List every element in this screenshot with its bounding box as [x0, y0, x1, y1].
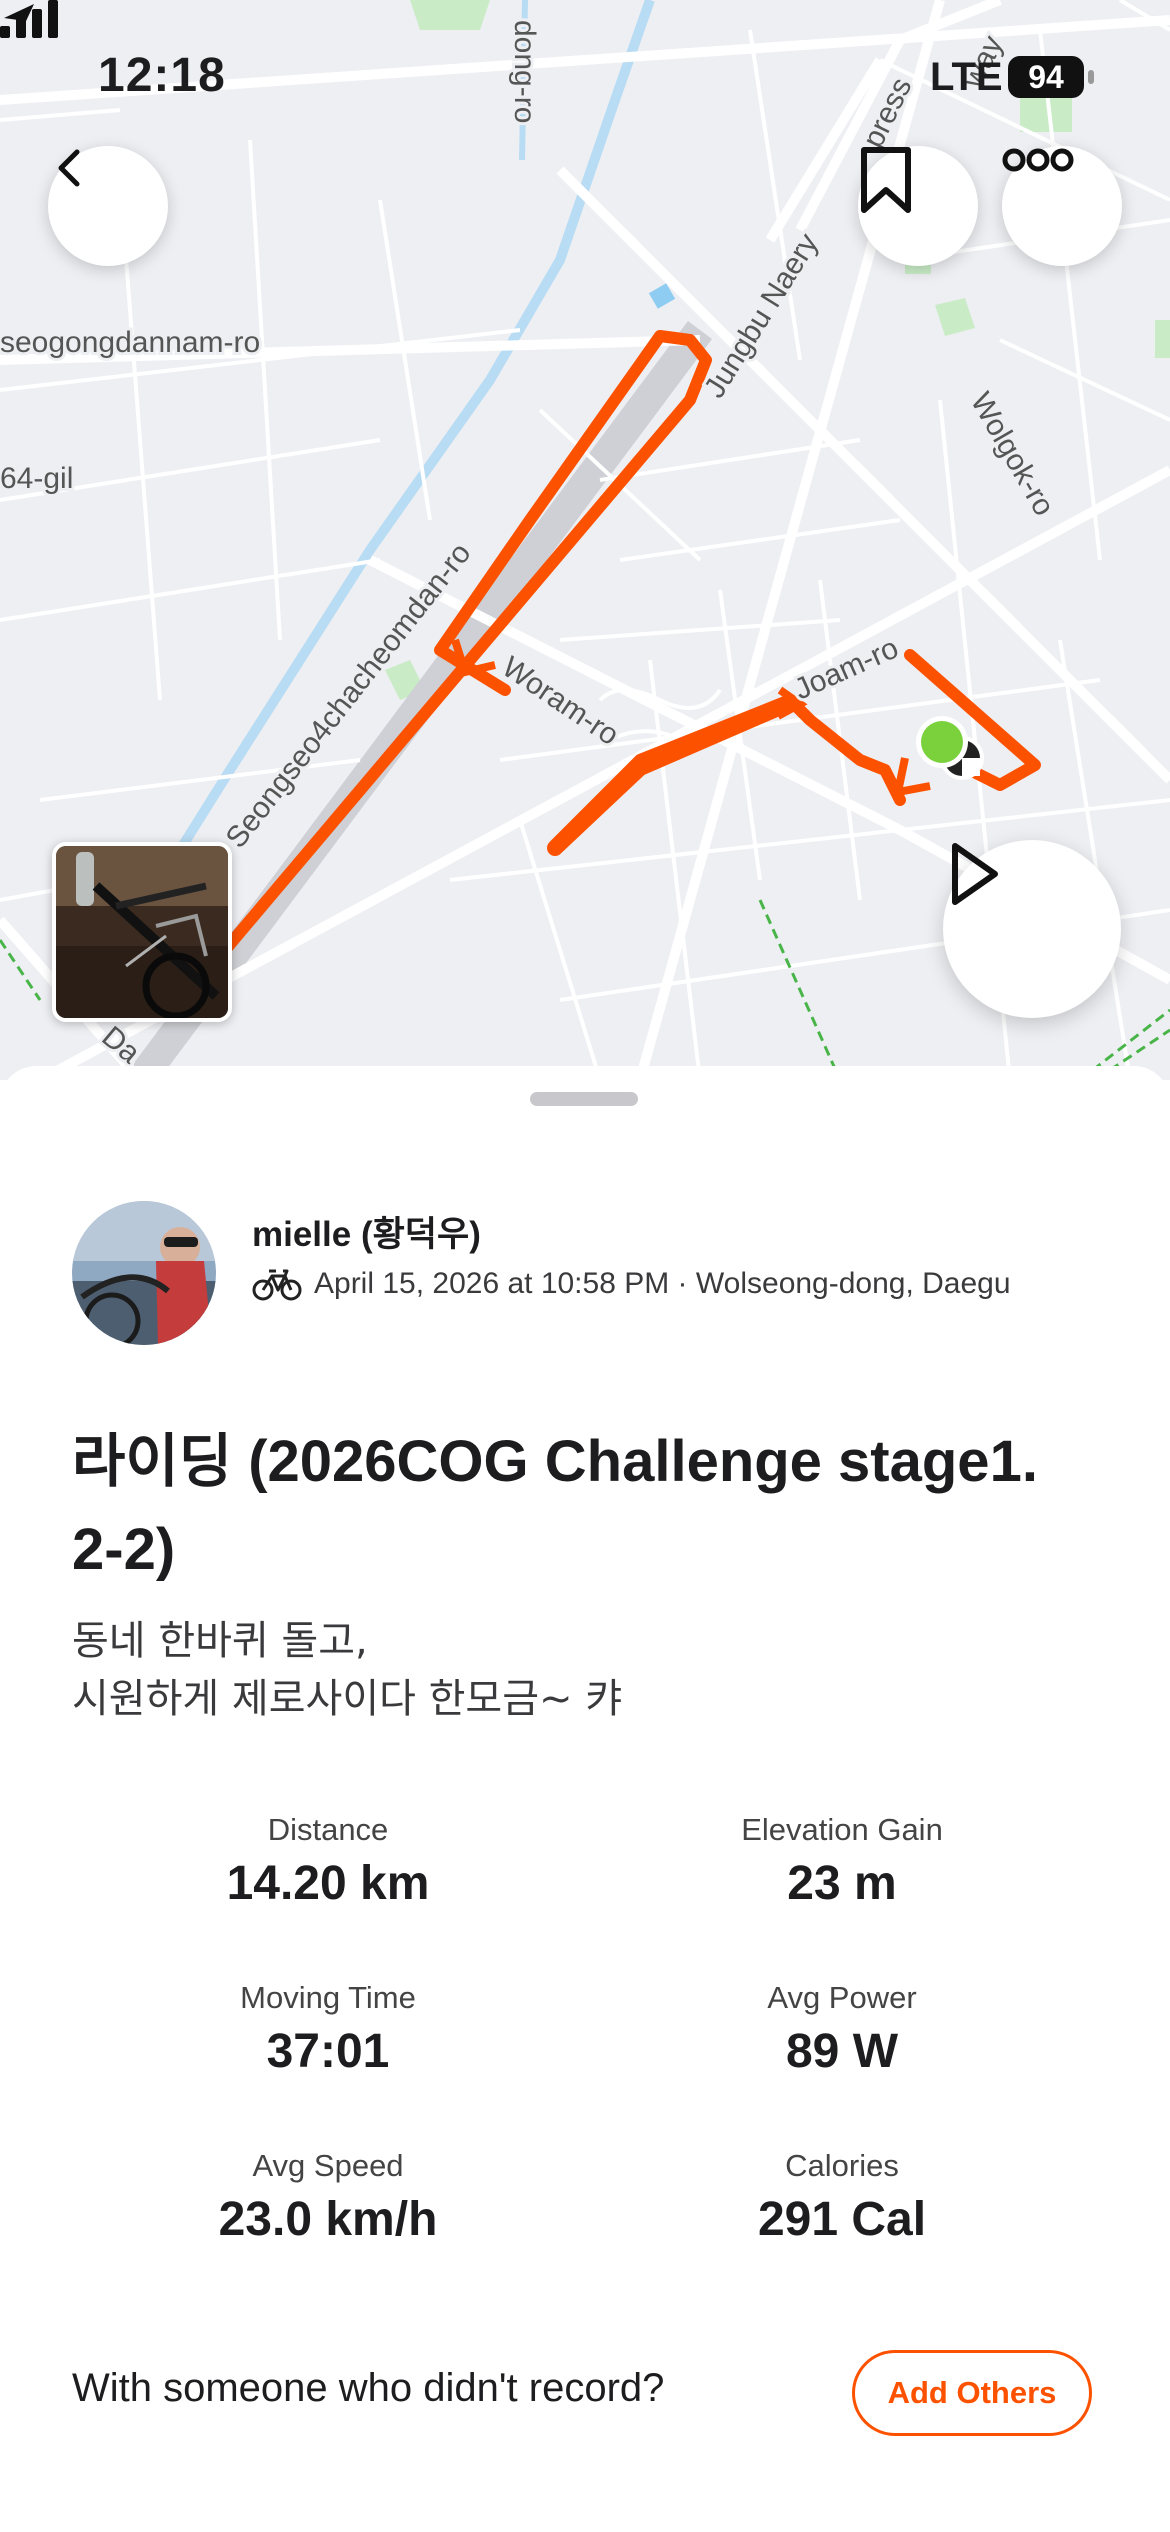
street-label: Woram-ro — [496, 650, 625, 752]
cellular-signal-icon — [0, 0, 58, 38]
sheet-drag-handle[interactable] — [530, 1092, 638, 1106]
stat-label: Moving Time — [240, 1980, 416, 2015]
activity-detail-sheet: mielle (황덕우) April 15, 2026 at 10:58 PM … — [0, 1066, 1170, 2532]
play-icon — [952, 843, 998, 905]
play-flyover-button[interactable] — [943, 840, 1121, 1018]
athlete-name[interactable]: mielle (황덕우) — [252, 1206, 481, 1257]
avatar-photo — [72, 1201, 216, 1345]
bike-icon — [252, 1269, 302, 1301]
stat-moving-time: Moving Time 37:01 — [68, 1980, 588, 2079]
stat-calories: Calories 291 Cal — [582, 2148, 1102, 2247]
street-label: seogongdannam-ro — [0, 326, 260, 359]
stat-avg-speed: Avg Speed 23.0 km/h — [68, 2148, 588, 2247]
bookmark-icon — [861, 147, 911, 213]
stat-label: Avg Power — [767, 1980, 917, 2015]
street-label: 64-gil — [0, 462, 73, 495]
activity-date-location: April 15, 2026 at 10:58 PM · Wolseong-do… — [314, 1267, 1011, 1300]
stat-value: 291 Cal — [757, 2193, 927, 2246]
stat-distance: Distance 14.20 km — [68, 1812, 588, 1911]
status-time: 12:18 — [98, 49, 226, 102]
route-map[interactable]: seogongdannam-ro 64-gil Seongseo4chacheo… — [0, 0, 1170, 1080]
network-type: LTE — [930, 55, 1003, 99]
stat-value: 23 m — [787, 1857, 897, 1910]
add-others-prompt: With someone who didn't record? — [72, 2366, 665, 2410]
stat-value: 14.20 km — [226, 1857, 430, 1910]
stat-label: Elevation Gain — [741, 1812, 943, 1847]
more-options-button[interactable] — [1002, 146, 1122, 266]
chevron-left-icon — [58, 149, 80, 187]
activity-title: 라이딩 (2026COG Challenge stage1. 2-2) — [72, 1429, 1038, 1582]
battery-tip — [1088, 70, 1094, 84]
stat-label: Calories — [785, 2148, 899, 2183]
street-label: Wolgok-ro — [964, 387, 1061, 521]
stat-value: 89 W — [785, 2025, 899, 2078]
back-button[interactable] — [48, 146, 168, 266]
add-others-button[interactable]: Add Others — [852, 2350, 1092, 2436]
activity-photo-thumbnail[interactable] — [52, 842, 232, 1022]
description-line: 시원하게 제로사이다 한모금~ 캬 — [72, 1676, 623, 1722]
activity-description: 동네 한바퀴 돌고, 시원하게 제로사이다 한모금~ 캬 — [72, 1612, 622, 1728]
save-route-button[interactable] — [858, 146, 978, 266]
stat-value: 37:01 — [266, 2025, 390, 2078]
activity-meta: April 15, 2026 at 10:58 PM · Wolseong-do… — [252, 1266, 1011, 1302]
stat-elevation-gain: Elevation Gain 23 m — [582, 1812, 1102, 1911]
stat-label: Avg Speed — [252, 2148, 404, 2183]
battery-level: 94 — [1008, 56, 1084, 98]
status-bar: 12:18 LTE 94 — [0, 0, 1170, 150]
bike-photo — [56, 846, 228, 1018]
description-line: 동네 한바퀴 돌고, — [72, 1618, 368, 1664]
more-icon — [1002, 148, 1074, 172]
athlete-avatar[interactable] — [72, 1201, 216, 1345]
stat-label: Distance — [267, 1812, 389, 1847]
stat-avg-power: Avg Power 89 W — [582, 1980, 1102, 2079]
stat-value: 23.0 km/h — [218, 2193, 438, 2246]
